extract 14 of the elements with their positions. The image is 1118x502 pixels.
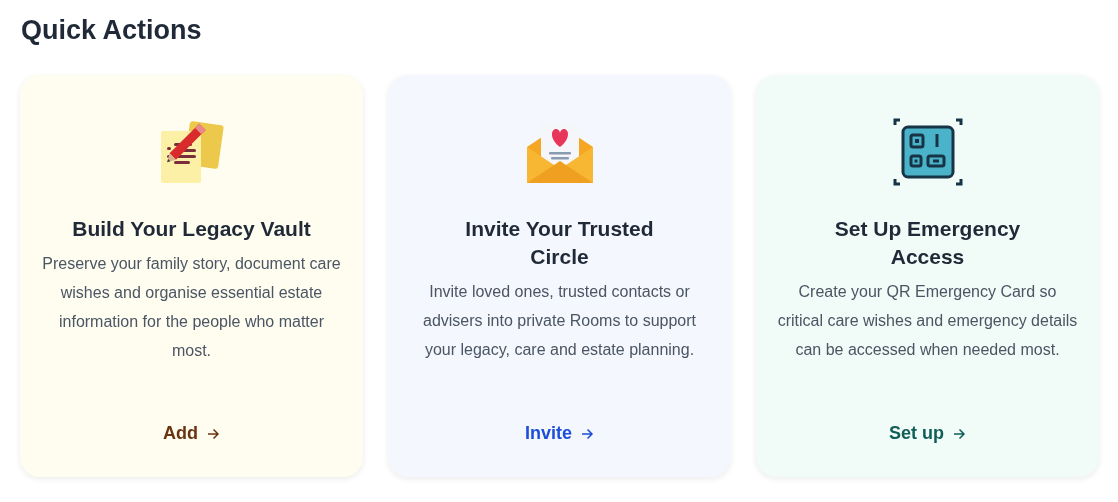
card-title: Invite Your Trusted Circle — [464, 216, 655, 270]
action-link[interactable]: Set up — [889, 423, 966, 444]
card-description: Create your QR Emergency Card so critical care wishes and emergency details can be accessed when needed most. — [776, 282, 1079, 360]
arrow-icon — [952, 426, 966, 441]
card-title: Build Your Legacy Vault — [71, 216, 312, 242]
card-description: Preserve your family story, document care wishes and organise essential estate information for the people who matter most. — [41, 254, 342, 361]
arrow-icon — [206, 426, 220, 441]
section-heading: Quick Actions — [21, 14, 203, 47]
card-description: Invite loved ones, trusted contacts or advisers into private Rooms to support your legacy, care and estate planning. — [422, 282, 697, 360]
arrow-icon — [580, 426, 594, 441]
qr-code-icon — [892, 117, 963, 187]
action-link[interactable]: Invite — [525, 423, 594, 444]
card-title: Set Up Emergency Access — [833, 216, 1022, 270]
action-link[interactable]: Add — [163, 423, 220, 444]
